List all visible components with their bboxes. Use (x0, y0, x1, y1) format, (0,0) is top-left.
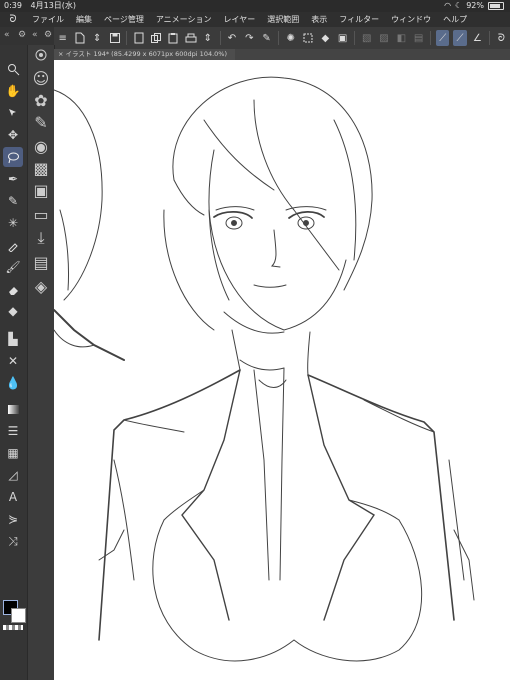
undo-icon[interactable]: ↶ (225, 30, 238, 46)
sketch-artwork (54, 76, 475, 662)
sub-tool-palette: ☺ ✿ ✎ ◉ ▩ ▣ ▭ ⤓ ▤ ◈ (28, 45, 55, 680)
fill-bucket-icon[interactable]: ◆ (319, 30, 332, 46)
battery-percent: 92% (466, 1, 484, 10)
brush-settings-icon[interactable]: ✎ (260, 30, 273, 46)
collapse-left-icon[interactable]: « (4, 30, 10, 40)
brush-icon[interactable]: 🖌 (3, 257, 23, 277)
app-logo-icon[interactable]: ᘐ (0, 14, 26, 25)
menu-window[interactable]: ウィンドウ (385, 14, 437, 25)
document-tab[interactable]: × イラスト 194* (85.4299 x 6071px 600dpi 104… (54, 49, 236, 60)
document-tab-title: イラスト 194* (85.4299 x 6071px 600dpi 104.0… (65, 50, 228, 58)
menu-animation[interactable]: アニメーション (150, 14, 218, 25)
sub-layer-icon[interactable]: ◉ (32, 137, 50, 156)
menu-bar: ᘐ ファイル 編集 ページ管理 アニメーション レイヤー 選択範囲 表示 フィル… (0, 12, 510, 27)
figure-icon[interactable]: ◿ (3, 465, 23, 485)
sub-people-icon[interactable]: ☺ (32, 69, 50, 88)
paste-icon[interactable] (167, 30, 180, 46)
new-file-icon[interactable] (73, 30, 86, 46)
menu-page[interactable]: ページ管理 (98, 14, 150, 25)
sub-color-swatch[interactable] (11, 608, 26, 623)
hamburger-menu-icon[interactable]: ≡ (56, 30, 69, 46)
moon-icon: ☾ (455, 1, 463, 10)
gradient-icon[interactable] (3, 399, 23, 419)
color-swatches[interactable] (3, 600, 26, 623)
sub-color-icon[interactable]: ▩ (32, 159, 50, 178)
status-time: 0:39 (4, 1, 22, 10)
battery-icon (488, 2, 504, 10)
droplet-icon[interactable]: 💧 (3, 373, 23, 393)
separator (126, 31, 128, 45)
menu-file[interactable]: ファイル (26, 14, 70, 25)
separator (219, 31, 221, 45)
pen-icon[interactable]: ✒ (3, 169, 23, 189)
menu-filter[interactable]: フィルター (333, 14, 385, 25)
stepper-icon[interactable]: ⇕ (201, 30, 214, 46)
copy-icon[interactable] (149, 30, 162, 46)
separator (488, 31, 490, 45)
sub-stack-icon[interactable]: ◈ (32, 277, 50, 296)
sub-image-icon[interactable]: ▭ (32, 205, 50, 224)
settings2-icon[interactable]: ⚙ (44, 30, 52, 40)
reference-layer-icon[interactable]: ▧ (360, 30, 373, 46)
hand-icon[interactable]: ✋ (3, 81, 23, 101)
tool-palette-header: « ⚙ « ⚙ (0, 27, 54, 45)
mask-icon[interactable]: ▨ (377, 30, 390, 46)
airbrush-icon[interactable]: ✳ (3, 213, 23, 233)
wifi-icon: ◠ (444, 1, 452, 10)
sub-settings-icon[interactable]: ✿ (32, 91, 50, 110)
pencil-icon[interactable]: ✎ (3, 191, 23, 211)
zoom-icon[interactable] (3, 59, 23, 79)
menu-edit[interactable]: 編集 (70, 14, 98, 25)
document-tab-bar: × イラスト 194* (85.4299 x 6071px 600dpi 104… (54, 49, 510, 60)
separator (354, 31, 356, 45)
balloon-icon[interactable]: ⋟ (3, 509, 23, 529)
print-icon[interactable] (184, 30, 197, 46)
status-date: 4月13日(水) (30, 1, 77, 10)
selection-launcher-icon[interactable]: ✺ (284, 30, 297, 46)
status-bar: 0:39 4月13日(水) ◠ ☾ 92% (0, 0, 510, 12)
layer-color-icon[interactable]: ◧ (395, 30, 408, 46)
collapse-right-icon[interactable]: « (32, 30, 38, 40)
sub-zoom-icon[interactable] (32, 46, 50, 64)
stabilizer-on-icon[interactable]: ⟋ (436, 30, 450, 46)
save-icon[interactable] (108, 30, 121, 46)
blend-icon[interactable]: ▙ (3, 329, 23, 349)
command-bar: ≡ ⇕ ⇕ ↶ ↷ ✎ ✺ ◆ ▣ ▧ ▨ ◧ ▤ ⟋ ⟋ ∠ ᘐ (54, 27, 510, 50)
transparent-color-swatch[interactable] (3, 625, 23, 630)
decoration-icon[interactable]: ✕ (3, 351, 23, 371)
menu-help[interactable]: ヘルプ (437, 14, 473, 25)
fill-icon[interactable]: ◆ (3, 301, 23, 321)
menu-view[interactable]: 表示 (305, 14, 333, 25)
companion-icon[interactable]: ᘐ (495, 30, 508, 46)
sub-timeline-icon[interactable]: ▤ (32, 253, 50, 272)
separator (430, 31, 432, 45)
separator (278, 31, 280, 45)
operation-icon[interactable] (3, 103, 23, 123)
lasso-icon[interactable] (3, 147, 23, 167)
clip-layer-icon[interactable]: ▣ (336, 30, 349, 46)
eraser-icon[interactable] (3, 279, 23, 299)
redo-icon[interactable]: ↷ (243, 30, 256, 46)
sub-navigator-icon[interactable]: ▣ (32, 181, 50, 200)
transform-icon[interactable] (301, 30, 314, 46)
frame-icon[interactable]: ▦ (3, 443, 23, 463)
contour-icon[interactable]: ☰ (3, 421, 23, 441)
correction-icon[interactable]: ⤨ (3, 531, 23, 551)
page-icon[interactable] (132, 30, 145, 46)
sub-brush-icon[interactable]: ✎ (32, 113, 50, 132)
order-icon[interactable]: ⇕ (91, 30, 104, 46)
eyedropper-icon[interactable] (3, 235, 23, 255)
vector-snap-icon[interactable]: ⟋ (453, 30, 467, 46)
move-icon[interactable]: ✥ (3, 125, 23, 145)
sub-material-icon[interactable]: ⤓ (32, 228, 50, 247)
drawing-canvas[interactable] (54, 60, 510, 680)
ruler-snap-icon[interactable]: ∠ (471, 30, 484, 46)
menu-selection[interactable]: 選択範囲 (261, 14, 305, 25)
text-icon[interactable]: A (3, 487, 23, 507)
menu-layer[interactable]: レイヤー (218, 14, 262, 25)
draft-layer-icon[interactable]: ▤ (412, 30, 425, 46)
tool-palette: ✋ ✥ ✒ ✎ ✳ 🖌 ◆ ▙ ✕ 💧 ☰ ▦ ◿ A ⋟ ⤨ (0, 45, 28, 680)
settings-icon[interactable]: ⚙ (18, 30, 26, 40)
